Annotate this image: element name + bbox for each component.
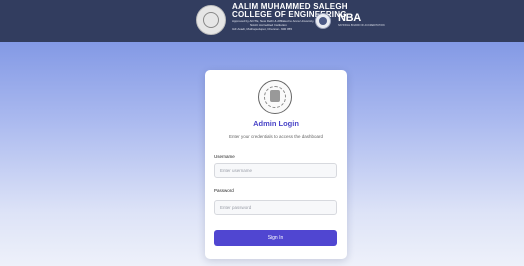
username-label: Username [214,154,235,159]
nba-logo-subtext: NATIONAL BOARD OF ACCREDITATION [338,24,385,27]
nba-logo-text: NBA [338,12,361,24]
sign-in-button[interactable]: Sign In [214,230,337,246]
top-header-bar: AALIM MUHAMMED SALEGH COLLEGE OF ENGINEE… [0,0,524,42]
college-emblem-icon [196,5,226,35]
username-input[interactable] [214,163,337,178]
nba-logo: NBA NATIONAL BOARD OF ACCREDITATION [338,12,385,28]
login-card: Admin Login Enter your credentials to ac… [205,70,347,259]
accreditation-globe-icon [315,13,331,29]
password-input[interactable] [214,200,337,215]
login-subtitle: Enter your credentials to access the das… [228,134,324,139]
college-banner: AALIM MUHAMMED SALEGH COLLEGE OF ENGINEE… [196,3,385,41]
password-label: Password [214,188,234,193]
login-title: Admin Login [253,119,299,128]
college-seal-icon [258,80,292,114]
